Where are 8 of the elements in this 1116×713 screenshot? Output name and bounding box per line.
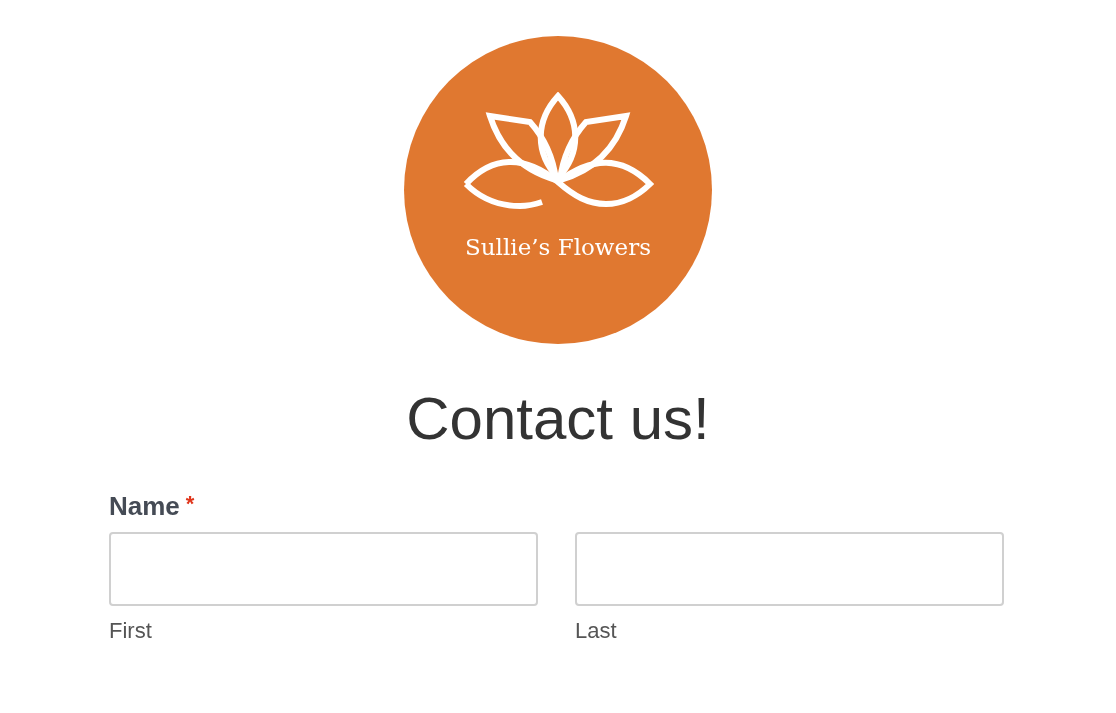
sublabel: First — [109, 618, 153, 644]
field-label: Name $^{*}$ — [109, 491, 196, 522]
required-asterisk: * — [185, 491, 195, 516]
page-title: Contact us! — [406, 384, 710, 453]
text-input[interactable] — [109, 532, 538, 606]
sublabel: Last — [575, 618, 618, 644]
logo-text: Sullie’s Flowers — [465, 234, 651, 260]
text-input[interactable] — [575, 532, 1004, 606]
